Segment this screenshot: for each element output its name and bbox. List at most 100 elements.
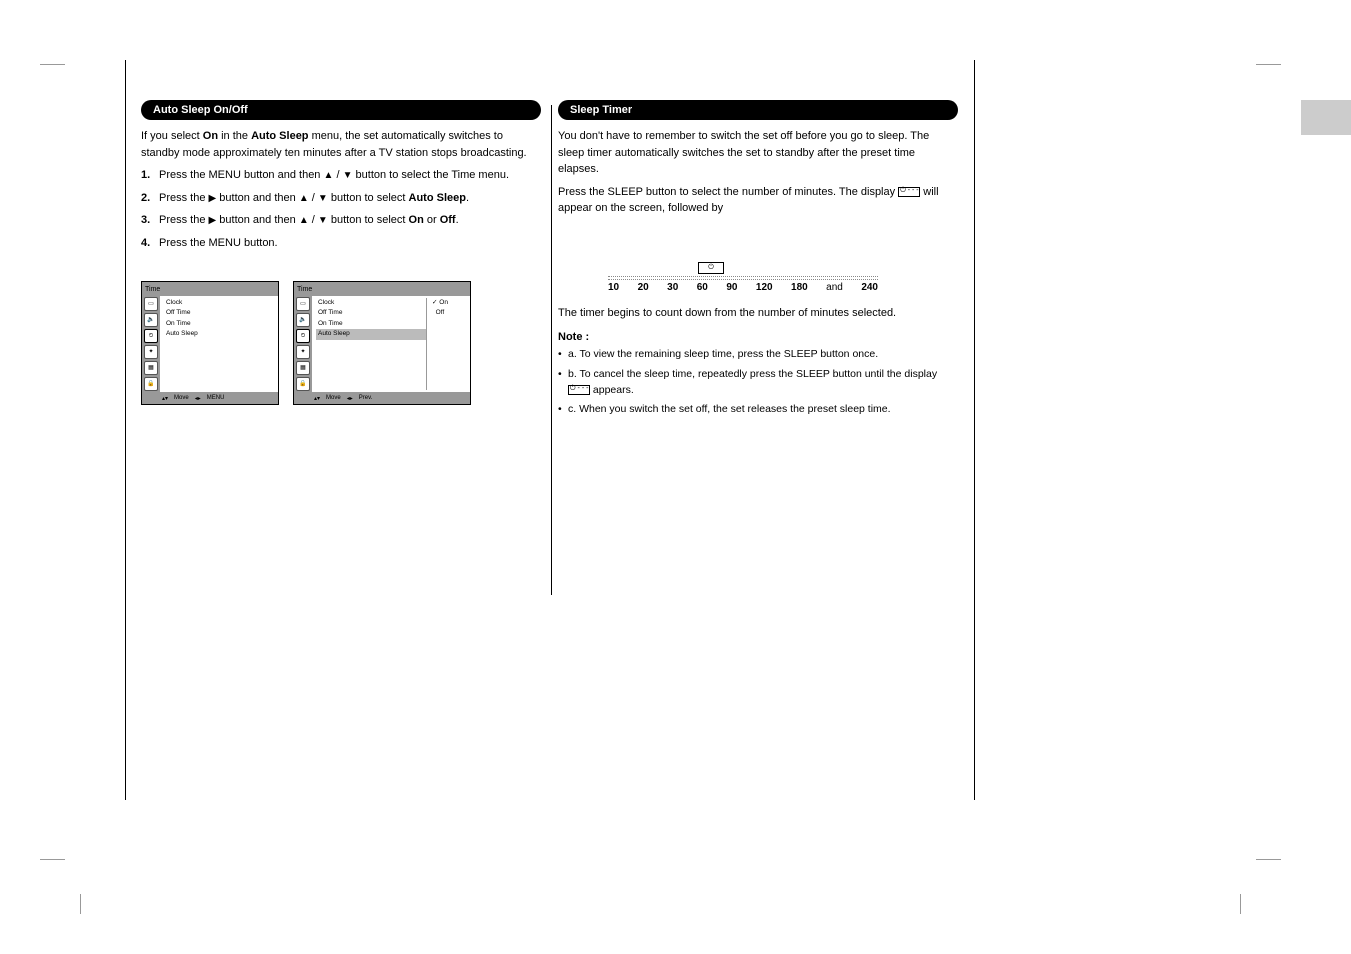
t: Auto Sleep [251,130,308,142]
t: button to select the Time menu. [356,169,509,181]
osd-special-icon: ✦ [296,345,310,359]
osd-item: Off Time [316,308,426,318]
step-num: 3. [141,212,150,229]
osd-screen-icon: ▦ [296,361,310,375]
v: 90 [726,282,737,293]
t: On [409,214,424,226]
down-icon: ▼ [318,213,328,228]
check-icon: ✓ [432,299,437,306]
t: - - - [906,186,919,197]
v: 60 [697,282,708,293]
t: . [456,214,459,226]
t: appears. [590,384,634,396]
step-2: 2. Press the ▶ button and then ▲ / ▼ but… [141,190,541,207]
osd-option-on: ✓ On [430,298,466,308]
v: 240 [861,282,878,293]
osd-item: Off Time [164,308,274,318]
t: Off [440,214,456,226]
section-header-right: Sleep Timer [558,100,958,120]
step-num: 4. [141,235,150,252]
t: button to select [328,214,409,226]
up-icon: ▲ [323,168,333,183]
osd-footer: ▴▾ Move ◂▸ MENU [142,392,278,404]
osd-title: Time [142,282,278,296]
osd-screen-icon: ▦ [144,361,158,375]
osd-sidebar: ▭ 🔈 ⏲ ✦ ▦ 🔒 [142,296,160,392]
section-header-left: Auto Sleep On/Off [141,100,541,120]
column-divider [551,105,552,595]
note-a: a. To view the remaining sleep time, pre… [558,347,958,363]
t: Move [174,395,189,401]
notes-title: Note : [558,331,958,343]
t: Auto Sleep [409,192,466,204]
v: 10 [608,282,619,293]
t: Press the MENU button and then [159,169,323,181]
osd-sound-icon: 🔈 [144,313,158,327]
down-icon: ▼ [343,168,353,183]
osd-title: Time [294,282,470,296]
osd-sound-icon: 🔈 [296,313,310,327]
down-icon: ▼ [318,191,328,206]
note-c: c. When you switch the set off, the set … [558,402,958,418]
t: On [203,130,218,142]
sleep-timer-diagram: ⏻ 10 20 30 60 90 120 180 and 240 [608,262,878,297]
osd-row: Time ▭ 🔈 ⏲ ✦ ▦ 🔒 Clock Off Time On Time [141,281,541,405]
right-column: Sleep Timer You don't have to remember t… [558,100,958,422]
t: in the [218,130,251,142]
step-num: 2. [141,190,150,207]
t: Press the [159,192,209,204]
sleep-values: 10 20 30 60 90 120 180 and 240 [608,282,878,293]
t: If you select [141,130,203,142]
osd-item: Clock [164,298,274,308]
updown-icon: ▴▾ [162,395,168,402]
t: . [466,192,469,204]
sleep-display-icon: ⏻- - - [898,187,920,197]
right-intro: You don't have to remember to switch the… [558,128,958,178]
right-p2: The timer begins to count down from the … [558,305,958,322]
t: MENU [207,395,225,401]
up-icon: ▲ [299,213,309,228]
t: Press the MENU button. [159,237,278,249]
step-1: 1. Press the MENU button and then ▲ / ▼ … [141,167,541,184]
sleep-track [608,276,878,280]
left-intro: If you select On in the Auto Sleep menu,… [141,128,541,161]
osd-menu-1: Time ▭ 🔈 ⏲ ✦ ▦ 🔒 Clock Off Time On Time [141,281,279,405]
t: Press the SLEEP button to select the num… [558,186,898,198]
updown-icon: ▴▾ [314,395,320,402]
sleep-display-icon: ⏻- - - [568,385,590,395]
t: button to select [328,192,409,204]
t: Off [436,309,445,316]
right-instr: Press the SLEEP button to select the num… [558,184,958,217]
manual-page: Auto Sleep On/Off If you select On in th… [125,60,975,800]
v: and [826,282,843,293]
osd-item: On Time [164,319,274,329]
sleep-marker-icon: ⏻ [698,262,724,274]
side-tab [1301,100,1351,135]
osd-item: Clock [316,298,426,308]
t: Prev. [359,395,373,401]
t: Press the [159,214,209,226]
v: 120 [756,282,773,293]
step-3: 3. Press the ▶ button and then ▲ / ▼ but… [141,212,541,229]
osd-time-icon: ⏲ [144,329,158,343]
osd-lock-icon: 🔒 [144,377,158,391]
osd-option-off: Off [430,308,466,318]
osd-content: Clock Off Time On Time Auto Sleep [160,296,278,392]
osd-picture-icon: ▭ [296,297,310,311]
t: - - - [576,384,589,395]
osd-menu-2: Time ▭ 🔈 ⏲ ✦ ▦ 🔒 Clock Off Time [293,281,471,405]
step-num: 1. [141,167,150,184]
osd-item-selected: Auto Sleep [316,329,426,339]
osd-special-icon: ✦ [144,345,158,359]
osd-picture-icon: ▭ [144,297,158,311]
osd-item: Auto Sleep [164,329,274,339]
osd-sidebar: ▭ 🔈 ⏲ ✦ ▦ 🔒 [294,296,312,392]
v: 180 [791,282,808,293]
t: Move [326,395,341,401]
t: b. To cancel the sleep time, repeatedly … [568,368,937,380]
t: or [424,214,440,226]
note-b: b. To cancel the sleep time, repeatedly … [558,367,958,399]
v: 20 [638,282,649,293]
leftright-icon: ◂▸ [195,395,201,402]
t: On [439,299,448,306]
